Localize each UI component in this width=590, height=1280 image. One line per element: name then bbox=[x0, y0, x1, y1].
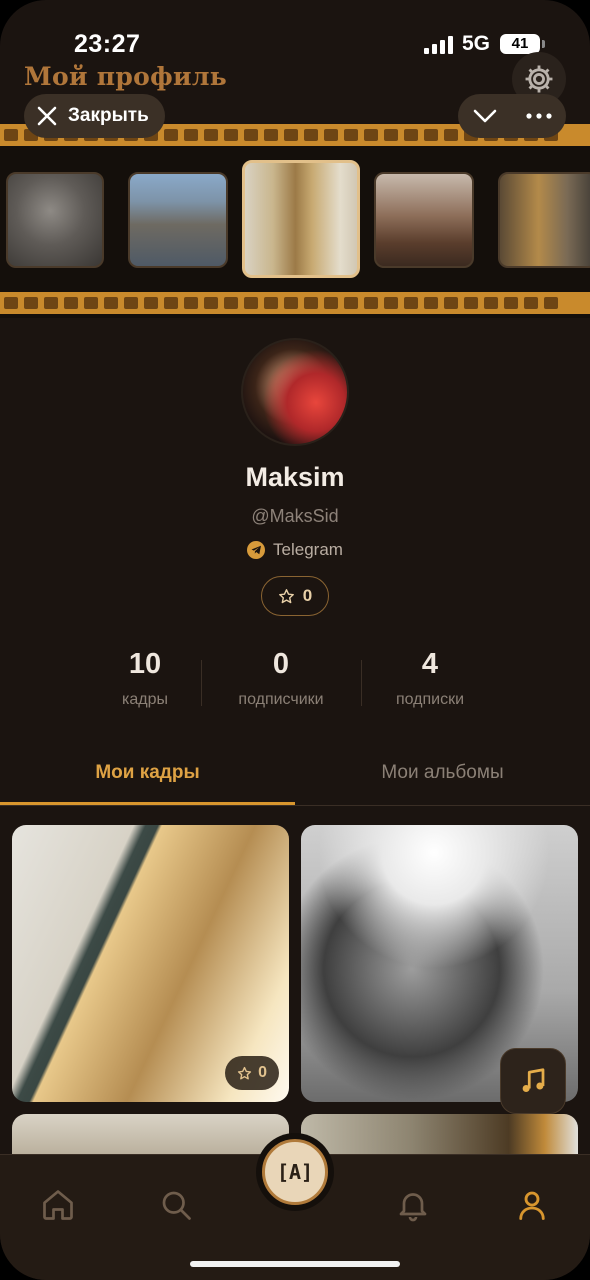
user-icon bbox=[519, 1191, 545, 1220]
stat-label: подписчики bbox=[238, 691, 324, 708]
create-button[interactable]: [A] bbox=[256, 1133, 334, 1211]
telegram-icon bbox=[247, 541, 266, 559]
create-button-label: [A] bbox=[262, 1139, 328, 1205]
tab-my-frames[interactable]: Мои кадры bbox=[0, 762, 295, 784]
page-title: Мой профиль bbox=[24, 62, 228, 91]
battery-icon: 41 bbox=[500, 34, 545, 54]
nav-notifications[interactable] bbox=[393, 1185, 433, 1225]
stars-badge[interactable]: 0 bbox=[261, 576, 329, 616]
close-button[interactable]: Закрыть bbox=[24, 94, 165, 138]
nav-profile[interactable] bbox=[512, 1185, 552, 1225]
tab-indicator bbox=[0, 802, 295, 805]
nav-home[interactable] bbox=[38, 1185, 78, 1225]
header-actions bbox=[458, 94, 566, 138]
more-button[interactable] bbox=[512, 94, 566, 138]
avatar[interactable] bbox=[241, 338, 349, 446]
signal-icon bbox=[424, 36, 453, 54]
photo-card-1[interactable]: 0 bbox=[12, 825, 289, 1102]
bell-icon bbox=[399, 1193, 427, 1222]
profile-name: Maksim bbox=[245, 462, 345, 492]
profile-stats: 10 кадры 0 подписчики 4 подписки bbox=[0, 648, 590, 724]
profile-username: @MaksSid bbox=[251, 506, 339, 526]
more-icon bbox=[526, 113, 552, 119]
star-icon bbox=[237, 1066, 252, 1079]
tab-my-albums[interactable]: Мои альбомы bbox=[295, 762, 590, 784]
nav-search[interactable] bbox=[156, 1185, 196, 1225]
stars-count: 0 bbox=[302, 586, 313, 605]
photo-filmstrip[interactable] bbox=[0, 124, 590, 318]
status-time: 23:27 bbox=[74, 30, 141, 58]
star-icon bbox=[278, 588, 294, 603]
photo-stars-badge[interactable]: 0 bbox=[225, 1056, 279, 1090]
photo-stars-count: 0 bbox=[258, 1064, 267, 1081]
film-frame-2[interactable] bbox=[128, 172, 228, 268]
stat-value: 0 bbox=[272, 648, 290, 680]
collapse-button[interactable] bbox=[458, 94, 512, 138]
stat-value: 4 bbox=[421, 648, 439, 680]
close-label: Закрыть bbox=[68, 105, 149, 126]
film-frame-3-selected[interactable] bbox=[242, 160, 360, 278]
home-icon bbox=[43, 1190, 73, 1220]
gear-icon bbox=[525, 65, 553, 93]
stat-followers[interactable]: 0 подписчики bbox=[201, 648, 361, 709]
home-indicator bbox=[190, 1261, 400, 1267]
bottom-navigation: [A] bbox=[0, 1133, 590, 1280]
film-sprockets-bottom bbox=[0, 292, 590, 314]
search-icon bbox=[162, 1191, 191, 1220]
music-note-icon bbox=[522, 1068, 545, 1092]
film-frame-5[interactable] bbox=[498, 172, 590, 268]
stat-label: подписки bbox=[395, 691, 465, 708]
telegram-label: Telegram bbox=[273, 540, 343, 559]
music-button[interactable] bbox=[500, 1048, 566, 1114]
profile-screen: 23:27 5G 41 Мой профиль Закрыть Maksim @… bbox=[0, 0, 590, 1280]
close-icon bbox=[37, 106, 57, 126]
status-bar: 23:27 5G 41 bbox=[0, 28, 590, 62]
profile-tabs: Мои кадры Мои альбомы bbox=[0, 752, 590, 806]
network-type: 5G bbox=[462, 32, 491, 55]
telegram-link[interactable]: Telegram bbox=[0, 540, 590, 560]
chevron-down-icon bbox=[473, 109, 497, 123]
film-frame-1[interactable] bbox=[6, 172, 104, 268]
stat-following[interactable]: 4 подписки bbox=[350, 648, 510, 709]
film-frame-4[interactable] bbox=[374, 172, 474, 268]
